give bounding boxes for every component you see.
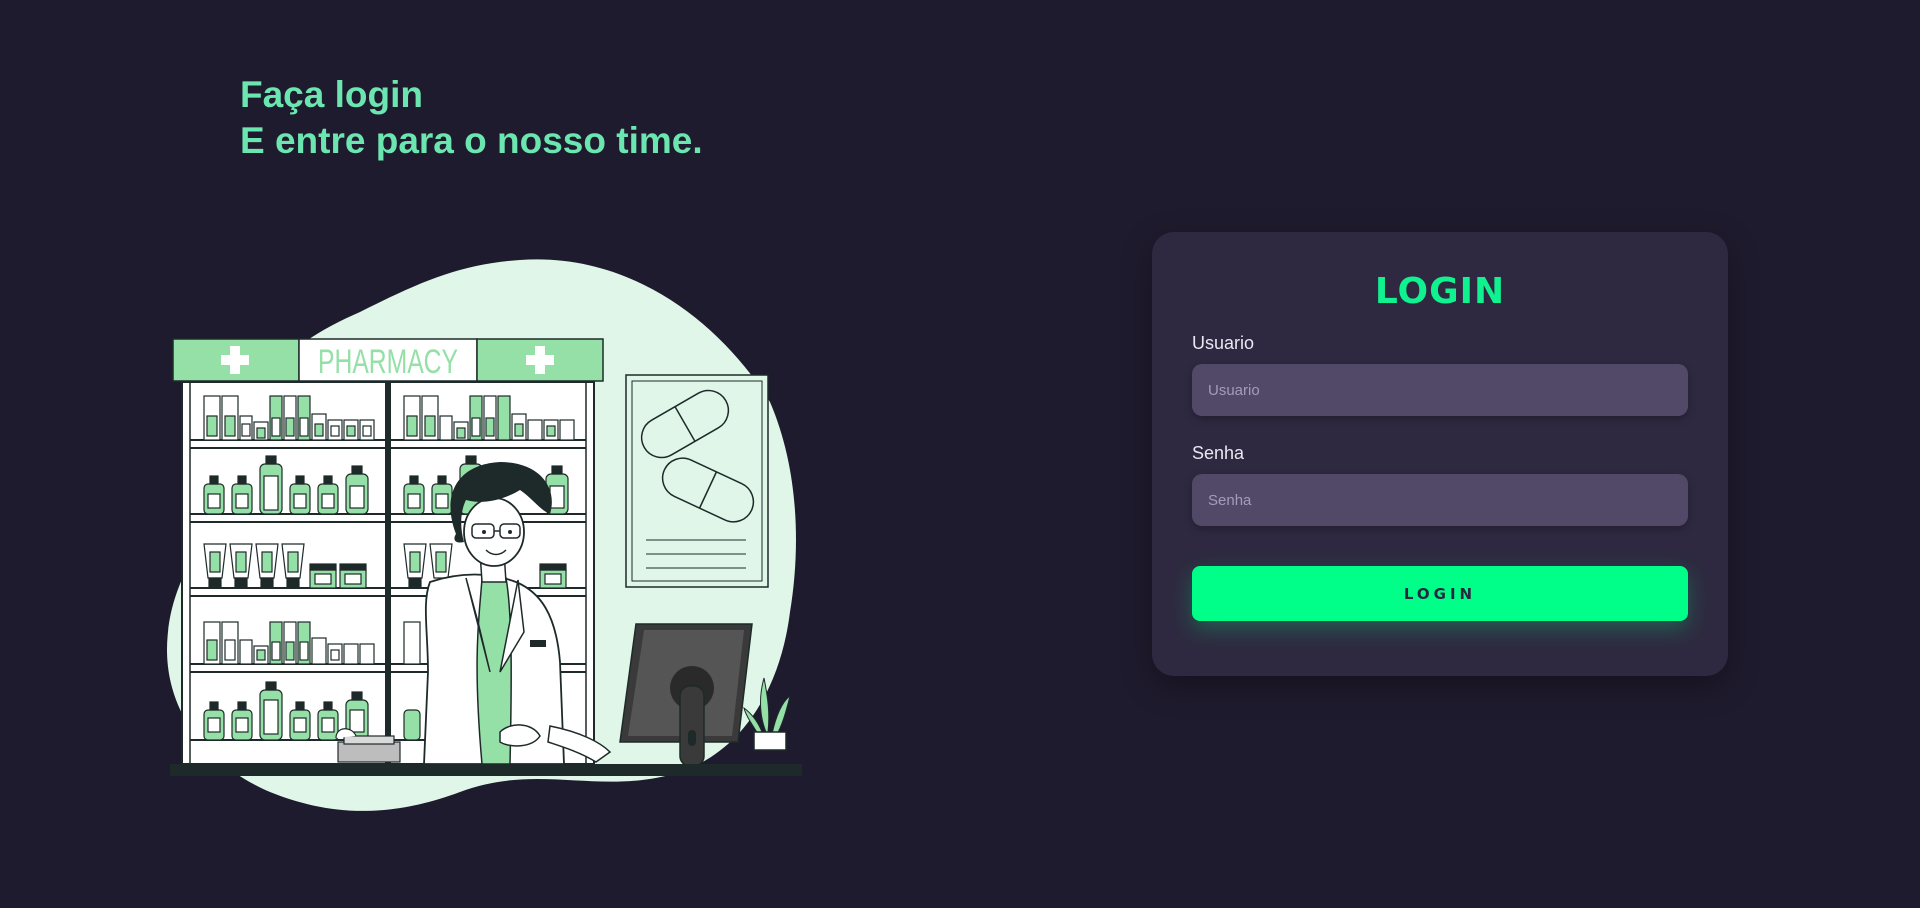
hero-headline: Faça login E entre para o nosso time. [240,72,703,164]
login-button[interactable]: LOGIN [1192,566,1688,621]
pharmacist-illustration: PHARMACY [166,259,802,811]
pharmacy-sign-text: PHARMACY [318,343,458,381]
password-label: Senha [1192,443,1245,463]
login-title: LOGIN [1374,271,1506,312]
password-input[interactable] [1192,474,1688,526]
counter-top [170,764,802,776]
username-input[interactable] [1192,364,1688,416]
hero-line-2: E entre para o nosso time. [240,120,703,161]
login-page: Faça login E entre para o nosso time. PH… [0,0,1920,908]
hero-line-1: Faça login [240,74,423,115]
pill-poster [625,374,769,588]
login-card: LOGIN Usuario Senha LOGIN [1152,232,1728,676]
username-label: Usuario [1192,333,1255,353]
